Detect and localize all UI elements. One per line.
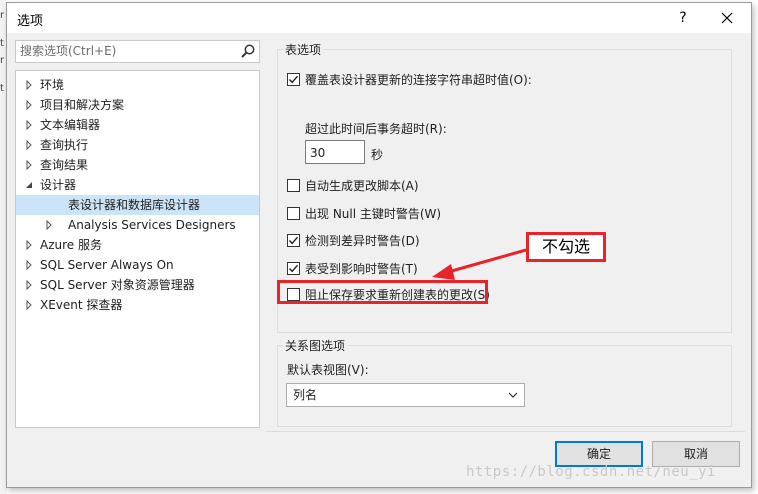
tree-item-label: 环境 (40, 78, 65, 92)
default-view-label: 默认表视图(V): (287, 363, 369, 377)
background-text: t (0, 38, 4, 49)
tree-item[interactable]: 表设计器和数据库设计器 (16, 195, 259, 215)
background-text: r (0, 55, 5, 66)
help-button[interactable]: ? (671, 6, 695, 30)
close-button[interactable] (713, 6, 741, 30)
default-view-select[interactable]: 列名 (286, 383, 525, 407)
tree-item-label: XEvent 探查器 (40, 298, 123, 312)
null-key-warn-checkbox[interactable] (287, 207, 300, 220)
expanded-arrow-icon[interactable] (24, 180, 34, 190)
checkmark-icon (288, 75, 299, 84)
diff-warn-checkbox[interactable] (287, 234, 300, 247)
options-tree: 环境项目和解决方案 文本编辑器查询执行查询结果设计器表设计器和数据库设计器 Anal… (15, 70, 260, 428)
timeout-label: 超过此时间后事务超时(R): (305, 122, 447, 136)
timeout-unit: 秒 (371, 148, 384, 162)
search-icon[interactable] (240, 43, 256, 59)
tree-item[interactable]: Azure 服务 (16, 235, 259, 255)
tree-item[interactable]: 查询结果 (16, 155, 259, 175)
checkmark-icon (288, 236, 299, 245)
search-input[interactable] (16, 41, 230, 60)
collapsed-arrow-icon[interactable] (24, 160, 34, 170)
tree-item[interactable]: SQL Server 对象资源管理器 (16, 275, 259, 295)
highlight-box (277, 280, 488, 304)
tree-item[interactable]: 环境 (16, 75, 259, 95)
collapsed-arrow-icon[interactable] (24, 280, 34, 290)
auto-script-label: 自动生成更改脚本(A) (305, 179, 419, 193)
checkmark-icon (288, 264, 299, 273)
dialog-title: 选项 (17, 14, 44, 29)
tree-item-label: Analysis Services Designers (68, 218, 236, 232)
options-dialog: 选项 ? 环境项目和解决方案文本编辑器查询执行查询结果设计器表设计器和数据库设计… (6, 2, 752, 488)
tree-item-label: 查询结果 (40, 158, 89, 172)
watermark: https://blog.csdn.net/neu_yi (466, 464, 717, 480)
affected-warn-label: 表受到影响时警告(T) (305, 262, 418, 276)
collapsed-arrow-icon[interactable] (24, 120, 34, 130)
override-timeout-checkbox[interactable] (287, 73, 300, 86)
tree-item-label: Azure 服务 (40, 238, 102, 252)
tree-item[interactable]: SQL Server Always On (16, 255, 259, 275)
collapsed-arrow-icon[interactable] (24, 240, 34, 250)
collapsed-arrow-icon[interactable] (24, 260, 34, 270)
tree-item-label: 设计器 (40, 178, 77, 192)
tree-item-label: 项目和解决方案 (40, 98, 125, 112)
background-text: t (0, 83, 4, 94)
bottom-separator (265, 431, 745, 432)
diff-warn-label: 检测到差异时警告(D) (305, 234, 420, 248)
tree-item[interactable]: Analysis Services Designers (16, 215, 259, 235)
tree-item[interactable]: XEvent 探查器 (16, 295, 259, 315)
collapsed-arrow-icon[interactable] (24, 140, 34, 150)
table-options-title: 表选项 (283, 41, 324, 58)
close-icon (721, 12, 733, 24)
default-view-value: 列名 (293, 388, 318, 402)
tree-item-label: SQL Server Always On (40, 258, 174, 272)
tree-item-label: 表设计器和数据库设计器 (68, 198, 201, 212)
search-box (15, 40, 260, 63)
collapsed-arrow-icon[interactable] (24, 80, 34, 90)
annotation-callout: 不勾选 (526, 232, 606, 262)
null-key-warn-label: 出现 Null 主键时警告(W) (305, 207, 442, 221)
collapsed-arrow-icon[interactable] (24, 300, 34, 310)
tree-item-label: 查询执行 (40, 138, 89, 152)
tree-item[interactable]: 查询执行 (16, 135, 259, 155)
tree-item-label: 文本编辑器 (40, 118, 101, 132)
affected-warn-checkbox[interactable] (287, 262, 300, 275)
background-text: r (0, 10, 5, 21)
collapsed-arrow-icon[interactable] (44, 220, 54, 230)
tree-item[interactable]: 项目和解决方案 (16, 95, 259, 115)
tree-item[interactable]: 文本编辑器 (16, 115, 259, 135)
auto-script-checkbox[interactable] (287, 179, 300, 192)
title-bar: 选项 ? (7, 3, 751, 33)
collapsed-arrow-icon[interactable] (24, 100, 34, 110)
timeout-input[interactable]: 30 (305, 140, 365, 164)
override-timeout-label: 覆盖表设计器更新的连接字符串超时值(O): (305, 73, 532, 87)
tree-item[interactable]: 设计器 (16, 175, 259, 195)
diagram-options-title: 关系图选项 (283, 337, 348, 354)
tree-item-label: SQL Server 对象资源管理器 (40, 278, 195, 292)
chevron-down-icon (508, 392, 518, 398)
